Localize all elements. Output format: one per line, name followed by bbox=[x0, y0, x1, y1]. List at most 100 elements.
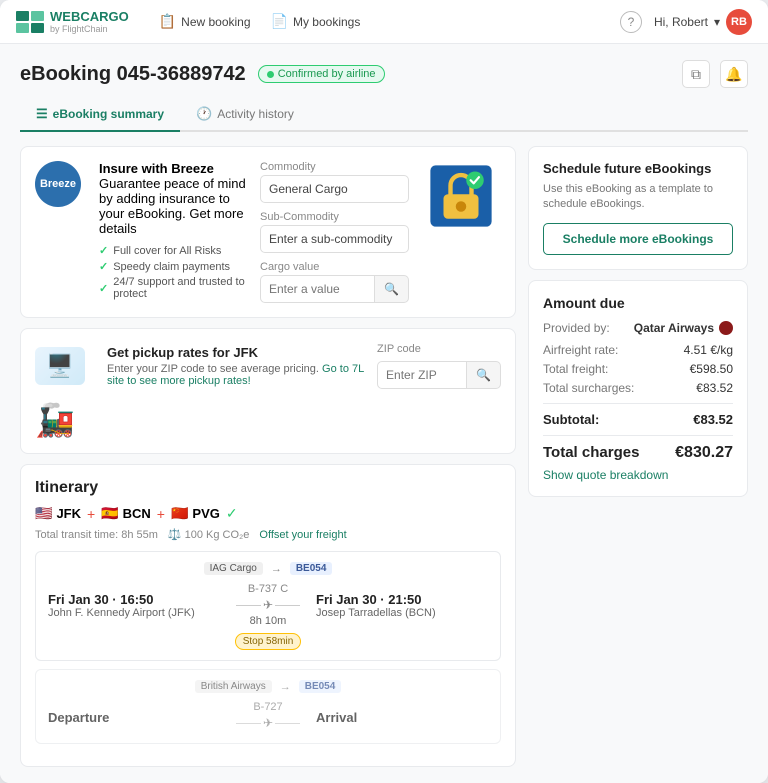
weight-icon: ⚖️ bbox=[168, 528, 182, 541]
pickup-title: Get pickup rates for JFK bbox=[107, 345, 365, 360]
truck-illustration: 🚂 bbox=[35, 401, 95, 439]
total-row: Total charges €830.27 bbox=[543, 444, 733, 462]
surcharges-row: Total surcharges: €83.52 bbox=[543, 381, 733, 395]
insure-check-2: Speedy claim payments bbox=[99, 260, 248, 273]
tab-ebooking-summary[interactable]: ☰ eBooking summary bbox=[20, 98, 180, 132]
arr-time-2: Arrival bbox=[316, 710, 488, 725]
weight: ⚖️ 100 Kg CO₂e bbox=[168, 528, 250, 541]
offer-link[interactable]: Offset your freight bbox=[259, 529, 346, 541]
my-bookings-label: My bookings bbox=[293, 15, 360, 29]
airfreight-value: 4.51 €/kg bbox=[684, 343, 733, 357]
new-booking-nav[interactable]: 📋 New booking bbox=[159, 13, 251, 30]
airfreight-row: Airfreight rate: 4.51 €/kg bbox=[543, 343, 733, 357]
copy-button[interactable]: ⧉ bbox=[682, 60, 710, 88]
provided-by-label: Provided by: bbox=[543, 321, 610, 335]
zip-label: ZIP code bbox=[377, 343, 501, 355]
logo: WEBCARGO by FlightChain bbox=[16, 9, 129, 34]
airline-dot bbox=[719, 321, 733, 335]
airfreight-label: Airfreight rate: bbox=[543, 343, 618, 357]
user-menu[interactable]: Hi, Robert ▾ RB bbox=[654, 9, 752, 35]
insure-card: Breeze Insure with Breeze Guarantee peac… bbox=[20, 146, 516, 318]
ba-badge: British Airways bbox=[195, 680, 272, 693]
user-greeting: Hi, Robert bbox=[654, 15, 708, 29]
flight-mid-1: B-737 C ✈ 8h 10m bbox=[228, 583, 308, 627]
arrival-2: Arrival bbox=[316, 710, 488, 725]
main-grid: Breeze Insure with Breeze Guarantee peac… bbox=[20, 146, 748, 767]
subtotal-row: Subtotal: €83.52 bbox=[543, 412, 733, 427]
surcharges-value: €83.52 bbox=[696, 381, 733, 395]
code-pvg: PVG bbox=[192, 506, 219, 521]
help-icon[interactable]: ? bbox=[620, 11, 642, 33]
pickup-text: Get pickup rates for JFK Enter your ZIP … bbox=[107, 345, 365, 387]
page-header: eBooking 045-36889742 Confirmed by airli… bbox=[20, 60, 748, 88]
left-col: Breeze Insure with Breeze Guarantee peac… bbox=[20, 146, 516, 767]
itinerary-title: Itinerary bbox=[35, 479, 501, 497]
zip-section: ZIP code 🔍 bbox=[377, 343, 501, 389]
insure-check-1: Full cover for All Risks bbox=[99, 244, 248, 257]
cargo-value-input[interactable] bbox=[260, 275, 375, 303]
arr-time-1: Fri Jan 30 · 21:50 bbox=[316, 592, 488, 607]
schedule-button[interactable]: Schedule more eBookings bbox=[543, 223, 733, 255]
airport-bcn: 🇪🇸 BCN bbox=[101, 505, 151, 522]
amount-card: Amount due Provided by: Qatar Airways Ai… bbox=[528, 280, 748, 497]
zip-search-button[interactable]: 🔍 bbox=[467, 361, 501, 389]
provider-row: Provided by: Qatar Airways bbox=[543, 321, 733, 335]
zip-input[interactable] bbox=[377, 361, 467, 389]
notifications-button[interactable]: 🔔 bbox=[720, 60, 748, 88]
arrow-2: + bbox=[157, 506, 165, 522]
commodity-select[interactable]: General Cargo bbox=[260, 175, 409, 203]
amount-divider-2 bbox=[543, 435, 733, 436]
route-line: 🇺🇸 JFK + 🇪🇸 BCN + 🇨🇳 PVG bbox=[35, 505, 501, 522]
chevron-down-icon: ▾ bbox=[714, 15, 720, 29]
schedule-title: Schedule future eBookings bbox=[543, 161, 733, 176]
my-bookings-icon: 📄 bbox=[271, 13, 288, 30]
total-freight-value: €598.50 bbox=[690, 362, 733, 376]
sub-commodity-select[interactable]: Enter a sub-commodity bbox=[260, 225, 409, 253]
arrow-right: → bbox=[271, 563, 282, 575]
insure-check-3: 24/7 support and trusted to protect bbox=[99, 276, 248, 300]
schedule-desc: Use this eBooking as a template to sched… bbox=[543, 182, 733, 213]
lock-illustration bbox=[421, 161, 501, 231]
header-actions: ⧉ 🔔 bbox=[682, 60, 748, 88]
cargo-value-row: 🔍 bbox=[260, 275, 409, 303]
tab-summary-label: eBooking summary bbox=[53, 107, 164, 121]
pickup-icon: 🖥️ bbox=[35, 347, 85, 385]
segment-row-2: Departure B-727 ✈ bbox=[48, 701, 488, 733]
flight-num-1: B-737 C bbox=[228, 583, 308, 595]
nav-right: ? Hi, Robert ▾ RB bbox=[620, 9, 752, 35]
new-booking-icon: 📋 bbox=[159, 13, 176, 30]
arrow-right-2: → bbox=[280, 681, 291, 693]
tab-history-label: Activity history bbox=[217, 107, 294, 121]
flag-cn: 🇨🇳 bbox=[171, 505, 188, 522]
insure-info: Insure with Breeze Guarantee peace of mi… bbox=[99, 161, 248, 300]
cargo-search-button[interactable]: 🔍 bbox=[375, 275, 409, 303]
flight-line-2: ✈ bbox=[228, 716, 308, 730]
subtotal-label: Subtotal: bbox=[543, 412, 599, 427]
quote-link[interactable]: Show quote breakdown bbox=[543, 468, 733, 482]
segment-row-1: Fri Jan 30 · 16:50 John F. Kennedy Airpo… bbox=[48, 583, 488, 627]
booking-id: eBooking 045-36889742 bbox=[20, 63, 246, 86]
my-bookings-nav[interactable]: 📄 My bookings bbox=[271, 13, 361, 30]
amount-title: Amount due bbox=[543, 295, 733, 311]
right-col: Schedule future eBookings Use this eBook… bbox=[528, 146, 748, 767]
lock-svg bbox=[426, 161, 496, 231]
total-value: €830.27 bbox=[675, 444, 733, 462]
airport-jfk: 🇺🇸 JFK bbox=[35, 505, 81, 522]
verified-icon: ✓ bbox=[226, 505, 238, 522]
dep-time-1: Fri Jan 30 · 16:50 bbox=[48, 592, 220, 607]
plane-icon-2: ✈ bbox=[263, 716, 273, 730]
tab-activity-history[interactable]: 🕐 Activity history bbox=[180, 98, 310, 132]
departure-1: Fri Jan 30 · 16:50 John F. Kennedy Airpo… bbox=[48, 592, 220, 619]
stop-badge-1[interactable]: Stop 58min bbox=[235, 633, 302, 650]
segment-carrier-2: British Airways → BE054 bbox=[48, 680, 488, 693]
status-dot bbox=[267, 71, 274, 78]
logo-sub: by FlightChain bbox=[50, 24, 129, 34]
departure-2: Departure bbox=[48, 710, 220, 725]
transit-time: Total transit time: 8h 55m bbox=[35, 529, 158, 541]
page-content: eBooking 045-36889742 Confirmed by airli… bbox=[0, 44, 768, 783]
dep-airport-1: John F. Kennedy Airport (JFK) bbox=[48, 607, 220, 619]
provider-name: Qatar Airways bbox=[634, 321, 733, 335]
iag-badge: IAG Cargo bbox=[204, 562, 263, 575]
tabs: ☰ eBooking summary 🕐 Activity history bbox=[20, 98, 748, 132]
flight-segment-1: IAG Cargo → BE054 Fri Jan 30 · 16:50 Joh… bbox=[35, 551, 501, 661]
